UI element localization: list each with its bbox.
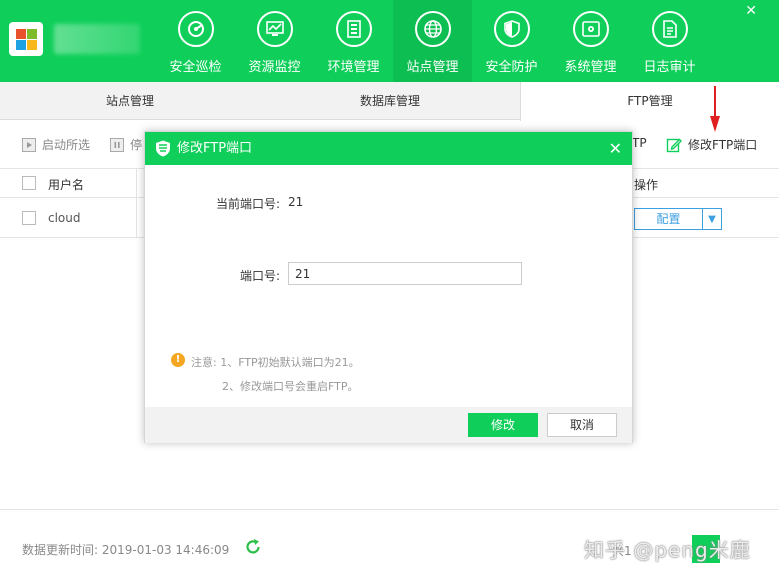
- column-divider: [136, 169, 137, 197]
- row-username: cloud: [48, 211, 81, 225]
- modify-button[interactable]: 修改: [468, 413, 538, 437]
- log-icon: [652, 11, 688, 47]
- tab-database-management[interactable]: 数据库管理: [260, 82, 520, 120]
- select-all-checkbox[interactable]: [22, 176, 36, 190]
- windows-logo-red: [16, 29, 26, 39]
- nav-item-security-patrol[interactable]: 安全巡检: [156, 0, 235, 82]
- data-update-time: 数据更新时间: 2019-01-03 14:46:09: [22, 543, 230, 557]
- row-checkbox[interactable]: [22, 211, 36, 225]
- dialog-title: 修改FTP端口: [177, 141, 253, 156]
- current-port-value: 21: [288, 195, 304, 209]
- column-header-actions: 操作: [634, 178, 659, 192]
- nav-label: 日志审计: [643, 60, 696, 75]
- windows-logo-yellow: [27, 40, 37, 50]
- windows-logo-blue: [16, 40, 26, 50]
- tab-ftp-management[interactable]: FTP管理: [520, 82, 779, 121]
- start-selected-label: 启动所选: [42, 138, 91, 152]
- dialog-close-button[interactable]: ✕: [609, 132, 622, 165]
- red-arrow-icon: [710, 86, 720, 132]
- ftp-toggle-label: TP: [632, 136, 647, 150]
- nav-label: 安全防护: [485, 60, 538, 75]
- ftp-toggle-button[interactable]: TP: [632, 136, 647, 150]
- column-divider: [136, 198, 137, 237]
- shield-logo-icon: [156, 140, 170, 157]
- edit-icon: [666, 138, 682, 152]
- main-nav: 安全巡检 资源监控 环境管理 站点管理 安全防护 系统管理 日志审计: [156, 0, 709, 82]
- info-icon: !: [171, 353, 185, 367]
- modify-ftp-port-button[interactable]: 修改FTP端口: [666, 136, 757, 153]
- port-label: 端口号:: [239, 269, 280, 283]
- nav-label: 安全巡检: [169, 60, 222, 75]
- tab-site-management[interactable]: 站点管理: [0, 82, 260, 120]
- pause-icon: [110, 137, 124, 152]
- system-icon: [573, 11, 609, 47]
- radar-icon: [178, 11, 214, 47]
- nav-label: 资源监控: [248, 60, 301, 75]
- dialog-body: 当前端口号: 21 端口号: ! 注意: 1、FTP初始默认端口为21。 2、修…: [145, 165, 632, 407]
- window-close-button[interactable]: ✕: [745, 0, 757, 22]
- nav-item-system-management[interactable]: 系统管理: [551, 0, 630, 82]
- refresh-icon[interactable]: [244, 538, 262, 556]
- nav-label: 站点管理: [406, 60, 459, 75]
- nav-label: 系统管理: [564, 60, 617, 75]
- stop-selected-label: 停: [130, 138, 143, 152]
- dialog-footer: 修改 取消: [145, 407, 632, 443]
- port-input[interactable]: [288, 262, 522, 285]
- configure-split-button[interactable]: 配置 ▼: [634, 208, 722, 230]
- nav-item-security-protection[interactable]: 安全防护: [472, 0, 551, 82]
- modify-ftp-port-dialog: 修改FTP端口 ✕ 当前端口号: 21 端口号: ! 注意: 1、FTP初始默认…: [144, 131, 633, 443]
- app-header: ✕ 安全巡检 资源监控 环境管理 站点管理 安全防护 系统管理 日志审计: [0, 0, 779, 82]
- globe-icon: [415, 11, 451, 47]
- modify-ftp-port-label: 修改FTP端口: [688, 138, 758, 152]
- dialog-header: 修改FTP端口 ✕: [145, 132, 632, 165]
- start-selected-button[interactable]: 启动所选: [22, 136, 90, 153]
- shield-icon: [494, 11, 530, 47]
- watermark-text: 知乎 @peng米鹿: [584, 538, 751, 562]
- nav-item-log-audit[interactable]: 日志审计: [630, 0, 709, 82]
- windows-logo-green: [27, 29, 37, 39]
- current-port-label: 当前端口号:: [215, 197, 280, 211]
- note-line-1: 注意: 1、FTP初始默认端口为21。: [191, 356, 360, 369]
- monitor-icon: [257, 11, 293, 47]
- nav-item-environment[interactable]: 环境管理: [314, 0, 393, 82]
- sub-tab-bar: 站点管理 数据库管理 FTP管理: [0, 82, 779, 121]
- stop-selected-button[interactable]: 停: [110, 136, 142, 153]
- note-line-2: 2、修改端口号会重启FTP。: [222, 380, 359, 393]
- cancel-button[interactable]: 取消: [547, 413, 617, 437]
- nav-label: 环境管理: [327, 60, 380, 75]
- nav-item-site-management[interactable]: 站点管理: [393, 0, 472, 82]
- server-icon: [336, 11, 372, 47]
- brand-name-blurred: [54, 24, 140, 54]
- configure-button[interactable]: 配置: [635, 209, 703, 229]
- column-header-username: 用户名: [48, 178, 85, 192]
- app-logo: [9, 22, 43, 56]
- play-icon: [22, 137, 36, 152]
- nav-item-resource-monitor[interactable]: 资源监控: [235, 0, 314, 82]
- dropdown-arrow-icon[interactable]: ▼: [703, 209, 721, 229]
